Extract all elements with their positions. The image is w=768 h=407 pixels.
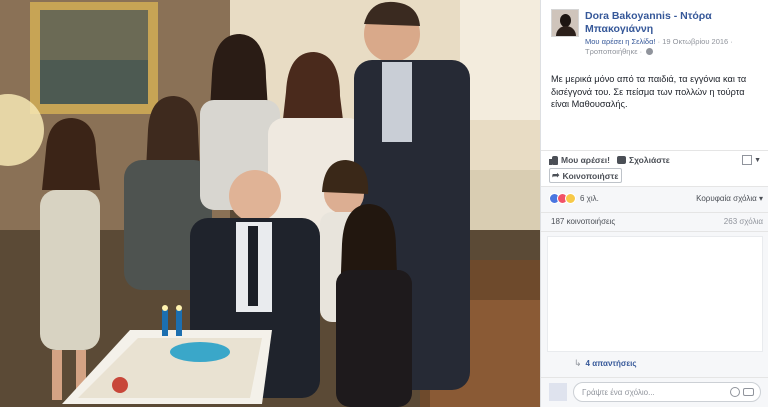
post-header: Dora Bakoyannis - Ντόρα Μπακογιάννη Μου …	[551, 9, 763, 59]
post-date[interactable]: 19 Οκτωβρίου 2016	[662, 37, 728, 46]
comments-area: ↳ 4 απαντήσεις	[541, 232, 768, 377]
camera-icon[interactable]	[743, 388, 754, 396]
post-photo[interactable]	[0, 0, 540, 407]
reply-arrow-icon: ↳	[574, 358, 582, 368]
like-button[interactable]: Μου αρέσει!	[549, 155, 610, 165]
comment-input-wrapper[interactable]	[573, 382, 761, 402]
view-replies-link[interactable]: ↳ 4 απαντήσεις	[574, 358, 637, 369]
liked-page-link[interactable]: Μου αρέσει η Σελίδα!	[585, 37, 656, 46]
comments-list[interactable]	[547, 236, 763, 352]
emoji-icon[interactable]	[730, 387, 740, 397]
post-side-panel: Dora Bakoyannis - Ντόρα Μπακογιάννη Μου …	[540, 0, 768, 407]
share-label: Κοινοποιήστε	[562, 170, 619, 181]
comment-button[interactable]: Σχολιάστε	[617, 155, 670, 165]
comment-input[interactable]	[582, 386, 722, 399]
chevron-down-icon: ▼	[754, 156, 761, 164]
post-actions: Μου αρέσει! Σχολιάστε ➦ Κοινοποιήστε ▼	[541, 150, 768, 186]
comment-composer	[541, 377, 768, 407]
top-comments-label: Κορυφαία σχόλια	[696, 194, 757, 203]
globe-icon[interactable]	[646, 48, 654, 55]
comment-label: Σχολιάστε	[629, 155, 670, 165]
meta-separator: ·	[730, 37, 733, 46]
page-avatar-icon	[742, 155, 753, 165]
haha-reaction-icon[interactable]	[565, 193, 576, 204]
edited-label[interactable]: Τροποποιήθηκε	[585, 47, 638, 56]
caret-down-icon: ▾	[758, 194, 763, 203]
top-comments-dropdown[interactable]: Κορυφαία σχόλια ▾	[696, 194, 763, 203]
post-meta: Μου αρέσει η Σελίδα! · 19 Οκτωβρίου 2016…	[585, 37, 765, 57]
reactions-bar: 6 χιλ. Κορυφαία σχόλια ▾	[541, 186, 768, 212]
author-name[interactable]: Dora Bakoyannis - Ντόρα Μπακογιάννη	[585, 10, 763, 36]
meta-separator: ·	[639, 47, 645, 56]
share-icon: ➦	[552, 170, 560, 180]
replies-label: 4 απαντήσεις	[585, 359, 637, 368]
facebook-photo-viewer: Dora Bakoyannis - Ντόρα Μπακογιάννη Μου …	[0, 0, 768, 407]
reaction-count[interactable]: 6 χιλ.	[580, 194, 599, 203]
comment-count: 263 σχόλια	[723, 217, 763, 226]
counts-bar: 187 κοινοποιήσεις 263 σχόλια	[541, 212, 768, 232]
post-as-page-selector[interactable]: ▼	[742, 155, 761, 165]
like-icon	[549, 155, 558, 165]
like-label: Μου αρέσει!	[561, 155, 610, 165]
viewer-avatar	[549, 383, 567, 401]
share-button[interactable]: ➦ Κοινοποιήστε	[549, 168, 623, 183]
comment-icon	[617, 156, 626, 164]
avatar-body-shape	[556, 26, 576, 36]
family-photo-illustration	[0, 0, 540, 407]
share-count[interactable]: 187 κοινοποιήσεις	[551, 217, 615, 226]
post-text: Με μερικά μόνο από τα παιδιά, τα εγγόνια…	[551, 74, 747, 109]
author-avatar[interactable]	[551, 9, 579, 37]
